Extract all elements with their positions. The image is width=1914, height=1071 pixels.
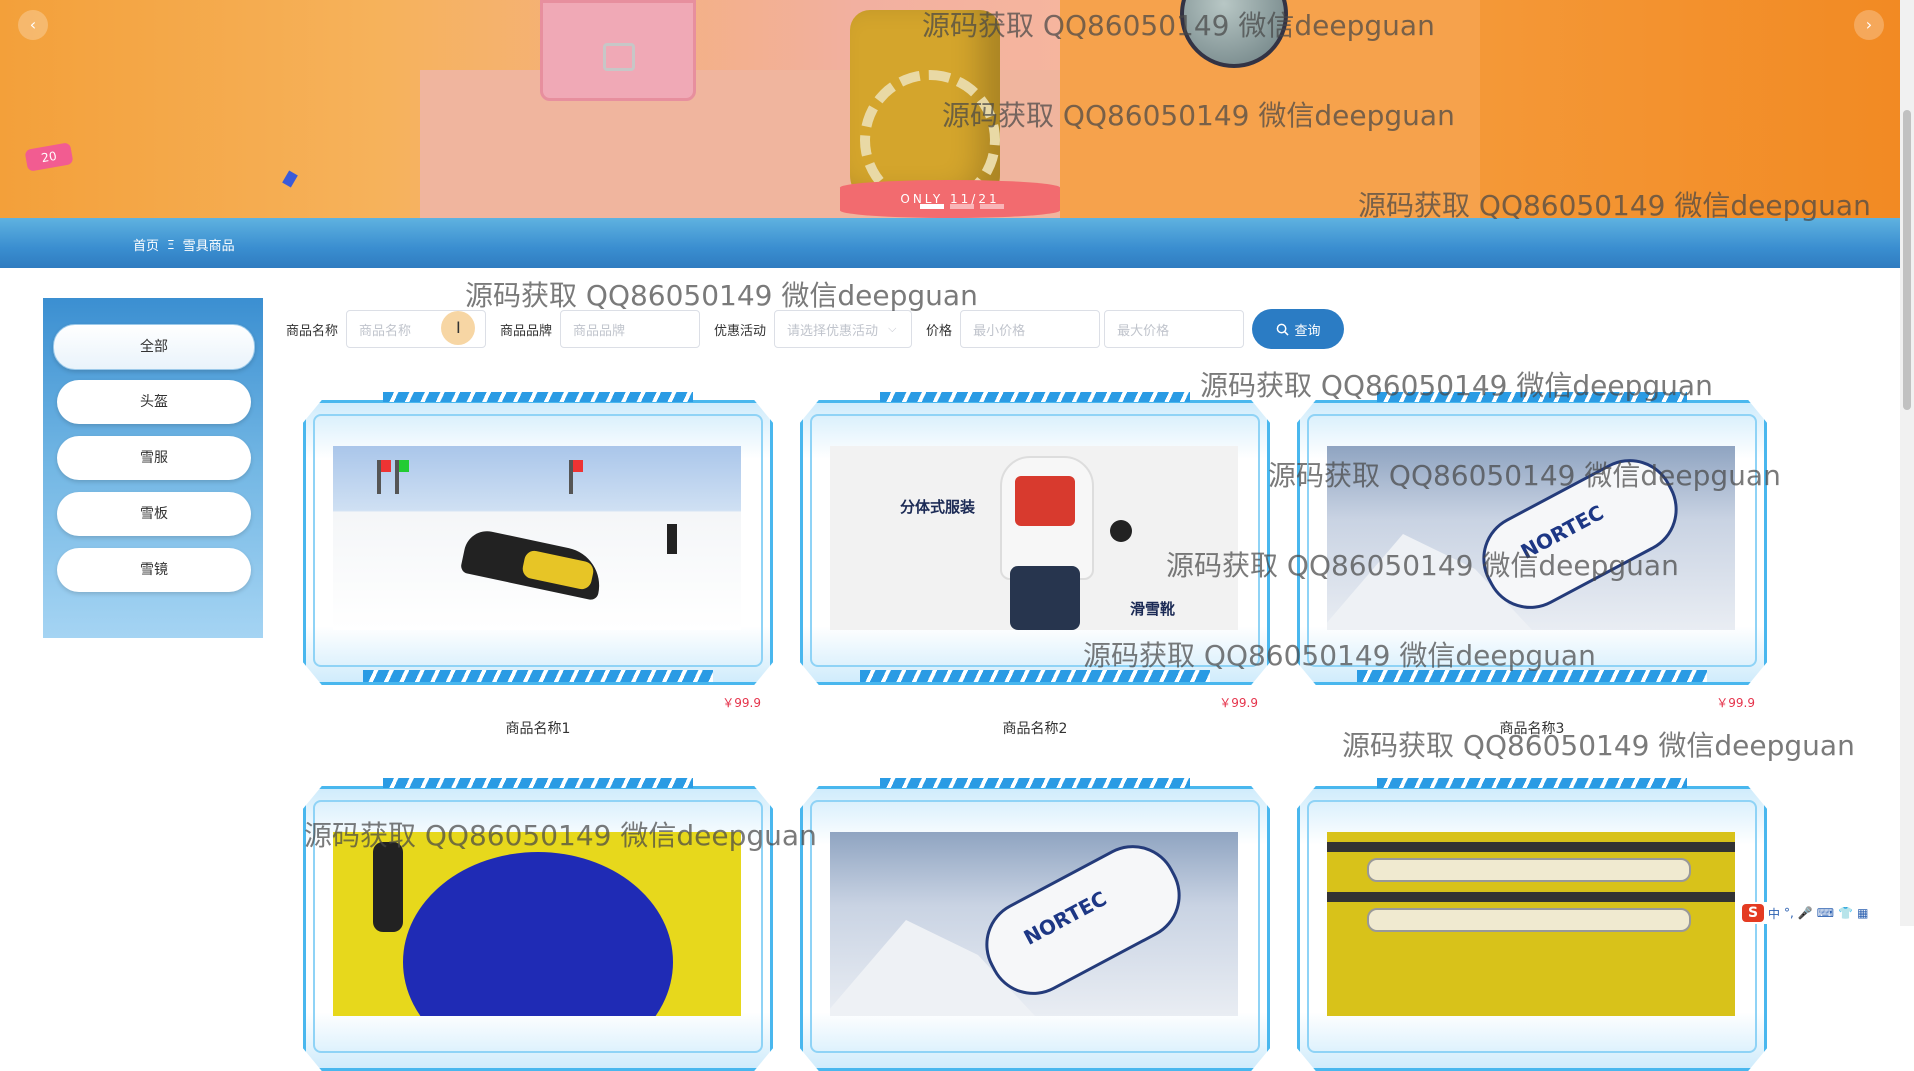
text-cursor-icon: I <box>456 318 461 337</box>
breadcrumb-current: 雪具商品 <box>182 239 235 254</box>
ime-toolbar[interactable]: S 中 °, 🎤 ⌨ 👕 ▦ <box>1742 902 1898 924</box>
product-card[interactable]: ￥99.9 商品名称1 <box>303 392 773 737</box>
card-stripe <box>880 778 1190 788</box>
promo-placeholder: 请选择优惠活动 <box>787 323 879 339</box>
ime-lang[interactable]: 中 <box>1768 905 1780 922</box>
microphone-icon[interactable]: 🎤 <box>1798 906 1813 920</box>
product-image[interactable] <box>1327 832 1735 1016</box>
breadcrumb-bar: 首页 Ξ 雪具商品 <box>0 218 1900 268</box>
card-stripe <box>880 392 1190 402</box>
image-label: 滑雪靴 <box>1130 600 1176 618</box>
carousel-next-icon[interactable]: › <box>1854 10 1884 40</box>
product-image[interactable] <box>333 832 741 1016</box>
product-brand-placeholder: 商品品牌 <box>573 323 626 339</box>
promo-select[interactable]: 请选择优惠活动 ⌵ <box>774 310 913 348</box>
scrollbar-thumb[interactable] <box>1903 110 1911 410</box>
product-image[interactable] <box>333 446 741 630</box>
min-price-placeholder: 最小价格 <box>973 323 1026 339</box>
card-stripe <box>363 670 713 682</box>
banner-sticker: 20 <box>24 142 74 172</box>
name-label: 商品名称 <box>286 323 339 339</box>
product-card[interactable] <box>303 778 773 1071</box>
chevron-down-icon: ⌵ <box>888 322 897 335</box>
category-helmet-button[interactable]: 头盔 <box>57 380 251 424</box>
keyboard-icon[interactable]: ⌨ <box>1817 906 1834 920</box>
card-stripe <box>1377 778 1687 788</box>
page-scrollbar[interactable] <box>1900 0 1914 926</box>
breadcrumb-home[interactable]: 首页 <box>133 235 159 254</box>
banner-carousel: ONLY 11/21 20 ‹ › <box>0 0 1900 218</box>
carousel-indicators <box>920 204 1004 209</box>
category-snowboard-button[interactable]: 雪板 <box>57 492 251 536</box>
search-icon <box>1276 323 1289 336</box>
max-price-placeholder: 最大价格 <box>1117 323 1170 339</box>
carousel-prev-icon[interactable]: ‹ <box>18 10 48 40</box>
card-stripe <box>1357 670 1707 682</box>
brand-label: 商品品牌 <box>500 323 553 339</box>
carousel-indicator[interactable] <box>980 204 1004 209</box>
carousel-indicator[interactable] <box>920 204 944 209</box>
promo-label: 优惠活动 <box>714 323 767 339</box>
category-all-button[interactable]: 全部 <box>53 324 255 370</box>
card-stripe <box>383 392 693 402</box>
sogou-icon[interactable]: S <box>1742 904 1764 922</box>
skin-icon[interactable]: 👕 <box>1838 906 1853 920</box>
product-price: ￥99.9 <box>722 696 761 710</box>
card-stripe <box>383 778 693 788</box>
breadcrumb: 首页 Ξ 雪具商品 <box>133 235 235 255</box>
product-card[interactable]: NORTEC <box>800 778 1270 1071</box>
product-name[interactable]: 商品名称2 <box>800 718 1270 738</box>
query-button-label: 查询 <box>1294 323 1321 339</box>
product-price: ￥99.9 <box>1716 696 1755 710</box>
product-image[interactable]: NORTEC <box>1327 446 1735 630</box>
product-name[interactable]: 商品名称1 <box>303 718 773 738</box>
price-label: 价格 <box>926 323 953 339</box>
product-name[interactable]: 商品名称3 <box>1297 718 1767 738</box>
banner-diamond <box>282 170 298 188</box>
product-card[interactable]: NORTEC ￥99.9 商品名称3 <box>1297 392 1767 737</box>
product-name-placeholder: 商品名称 <box>359 323 412 339</box>
product-price: ￥99.9 <box>1219 696 1258 710</box>
query-button[interactable]: 查询 <box>1252 309 1345 349</box>
banner-yellow-bag <box>850 10 1000 210</box>
image-label: 分体式服装 <box>900 498 976 516</box>
punctuation-icon[interactable]: °, <box>1784 906 1794 920</box>
banner-pink-bag <box>540 0 696 101</box>
card-stripe <box>1377 392 1687 402</box>
product-image[interactable]: NORTEC <box>830 832 1238 1016</box>
card-stripe <box>860 670 1210 682</box>
product-card[interactable]: 分体式服装 滑雪靴 ￥99.9 商品名称2 <box>800 392 1270 737</box>
category-goggles-button[interactable]: 雪镜 <box>57 548 251 592</box>
category-snowsuit-button[interactable]: 雪服 <box>57 436 251 480</box>
watermark: 源码获取 QQ86050149 微信deepguan <box>465 279 978 312</box>
product-card[interactable] <box>1297 778 1767 1071</box>
category-sidebar: 全部 头盔 雪服 雪板 雪镜 <box>43 298 263 638</box>
max-price-input[interactable]: 最大价格 <box>1104 310 1245 348</box>
product-brand-input[interactable]: 商品品牌 <box>560 310 701 348</box>
toolbox-icon[interactable]: ▦ <box>1857 906 1868 920</box>
banner-pedestal: ONLY 11/21 <box>840 180 1060 218</box>
carousel-indicator[interactable] <box>950 204 974 209</box>
min-price-input[interactable]: 最小价格 <box>960 310 1101 348</box>
breadcrumb-separator: Ξ <box>167 237 175 252</box>
product-image[interactable]: 分体式服装 滑雪靴 <box>830 446 1238 630</box>
